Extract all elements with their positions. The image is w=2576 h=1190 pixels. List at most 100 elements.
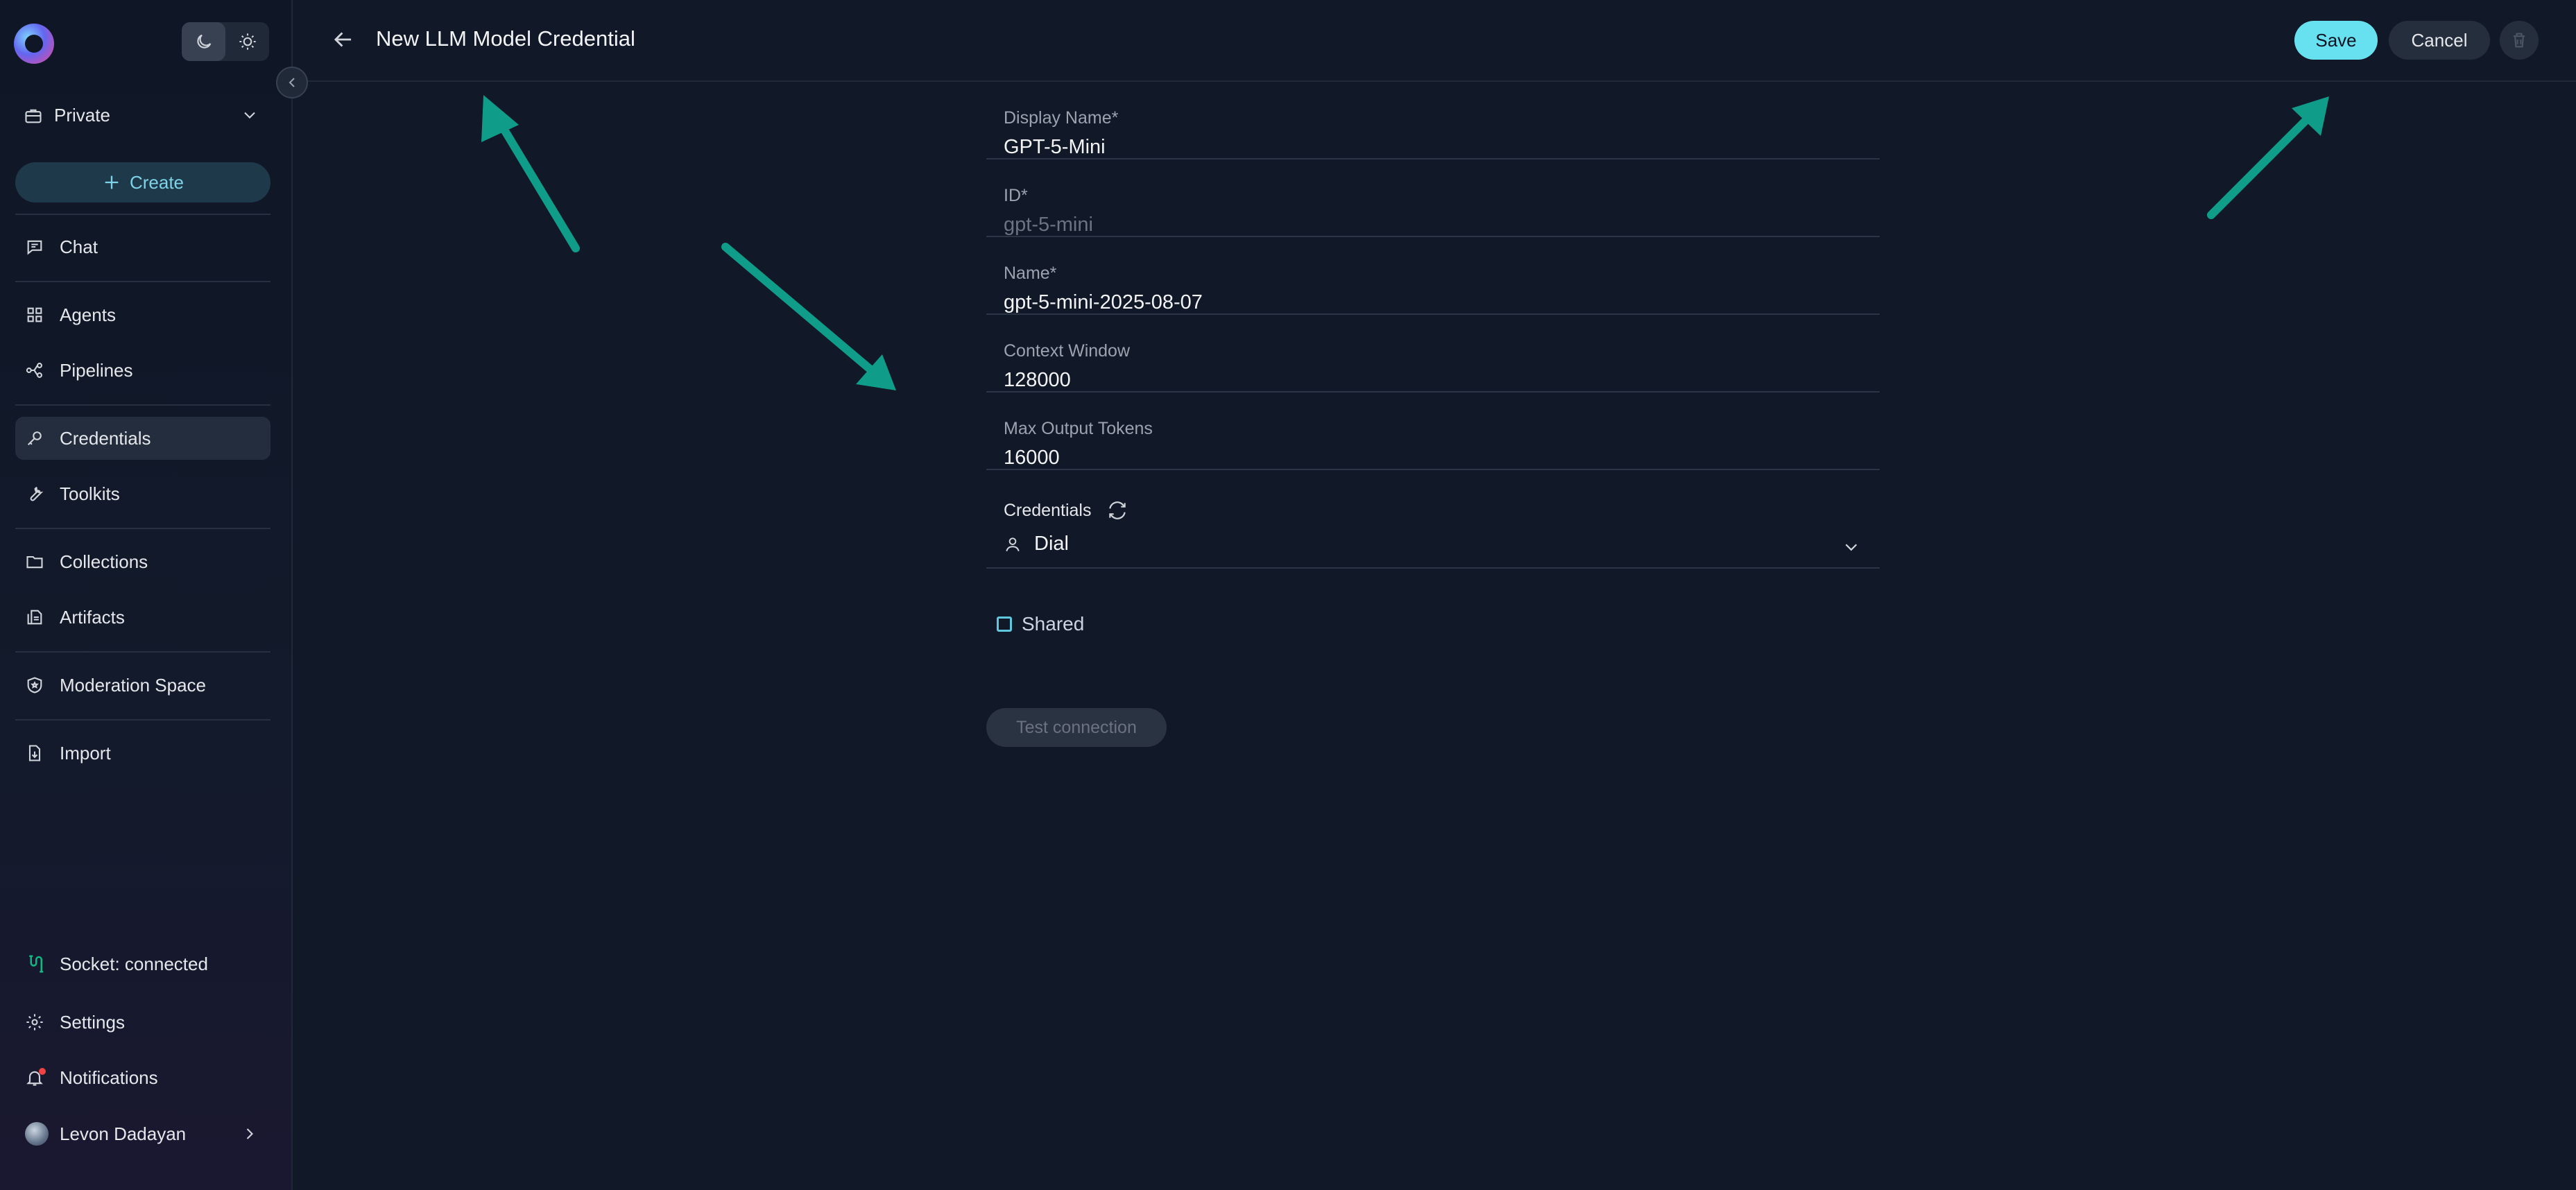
user-icon [1006, 537, 1020, 551]
sidebar-item-label: Notifications [60, 1067, 158, 1088]
folder-icon [26, 555, 43, 569]
briefcase-icon [25, 109, 42, 123]
credential-form: Display Name* GPT-5-Mini ID* gpt-5-mini … [986, 82, 1880, 569]
grid-icon [27, 307, 42, 322]
sidebar-item-collections[interactable]: Collections [15, 540, 271, 583]
theme-toggle [182, 22, 269, 61]
project-name: Private [54, 104, 110, 126]
sidebar: Private Create Chat Agents Pipelines Cre… [0, 0, 293, 1190]
credentials-label-text: Credentials [1004, 500, 1092, 520]
chevron-down-icon [1845, 544, 1857, 551]
divider [15, 404, 271, 406]
light-mode-button[interactable] [225, 22, 269, 61]
display-name-field[interactable]: Display Name* GPT-5-Mini [986, 82, 1880, 159]
sidebar-item-label: Credentials [60, 427, 151, 449]
sidebar-item-label: Import [60, 742, 111, 764]
sidebar-item-label: Collections [60, 551, 148, 572]
app-root: Private Create Chat Agents Pipelines Cre… [0, 0, 2576, 1190]
chevron-right-icon [246, 1128, 253, 1139]
sidebar-item-label: Settings [60, 1011, 125, 1033]
sidebar-item-label: Artifacts [60, 606, 125, 628]
credentials-label: Credentials [1004, 499, 1128, 521]
delete-button[interactable] [2500, 21, 2539, 60]
name-label: Name* [1004, 264, 1057, 283]
annotation-arrow [721, 243, 896, 390]
chevron-down-icon [244, 112, 255, 119]
divider [15, 528, 271, 529]
sun-icon [239, 33, 256, 50]
sidebar-item-artifacts[interactable]: Artifacts [15, 596, 271, 639]
project-selector[interactable]: Private [15, 96, 271, 135]
wrench-icon [30, 486, 44, 501]
key-icon [27, 431, 42, 446]
socket-status-text: Socket: connected [60, 953, 208, 974]
credentials-value: Dial [1004, 533, 1069, 555]
sidebar-item-notifications[interactable]: Notifications [15, 1056, 271, 1099]
app-logo[interactable] [14, 24, 54, 64]
save-button[interactable]: Save [2294, 21, 2378, 60]
sidebar-item-toolkits[interactable]: Toolkits [15, 472, 271, 515]
sidebar-item-label: Agents [60, 304, 116, 325]
context-window-label: Context Window [1004, 341, 1131, 361]
collapse-sidebar-button[interactable] [276, 67, 308, 98]
divider [15, 719, 271, 721]
pipeline-icon [26, 363, 42, 378]
sidebar-item-credentials[interactable]: Credentials [15, 417, 271, 460]
cancel-button[interactable]: Cancel [2389, 21, 2490, 60]
divider [15, 651, 271, 653]
divider [15, 214, 271, 215]
user-name: Levon Dadayan [60, 1123, 187, 1144]
trash-icon [2513, 33, 2525, 48]
sidebar-item-pipelines[interactable]: Pipelines [15, 349, 271, 392]
sidebar-item-settings[interactable]: Settings [15, 1001, 271, 1044]
page-header: New LLM Model Credential Save Cancel [294, 0, 2576, 82]
chevron-left-icon [289, 78, 295, 87]
sidebar-item-chat[interactable]: Chat [15, 225, 271, 268]
create-label: Create [129, 171, 184, 193]
socket-connected-icon [29, 955, 44, 973]
display-name-input[interactable]: GPT-5-Mini [1004, 136, 1106, 159]
import-icon [28, 745, 41, 761]
test-connection-button[interactable]: Test connection [986, 708, 1167, 747]
sidebar-item-moderation-space[interactable]: Moderation Space [15, 664, 271, 707]
page-title: New LLM Model Credential [376, 26, 635, 51]
shared-checkbox[interactable] [997, 616, 1012, 632]
moon-icon [196, 34, 211, 49]
context-window-input[interactable]: 128000 [1004, 369, 1071, 392]
plus-icon [105, 175, 119, 189]
max-output-tokens-input[interactable]: 16000 [1004, 447, 1060, 469]
shared-checkbox-row[interactable]: Shared [997, 613, 1084, 635]
socket-status: Socket: connected [15, 942, 271, 985]
avatar [25, 1122, 49, 1146]
max-output-tokens-field[interactable]: Max Output Tokens 16000 [986, 393, 1880, 470]
context-window-field[interactable]: Context Window 128000 [986, 315, 1880, 393]
dark-mode-button[interactable] [182, 22, 225, 61]
name-input[interactable]: gpt-5-mini-2025-08-07 [1004, 291, 1203, 314]
sidebar-item-label: Chat [60, 236, 98, 257]
refresh-icon[interactable] [1106, 499, 1128, 521]
back-button[interactable] [330, 26, 357, 56]
chat-icon [27, 240, 42, 255]
credentials-selected: Dial [1034, 533, 1069, 555]
sidebar-item-label: Moderation Space [60, 674, 207, 696]
files-icon [27, 610, 42, 625]
sidebar-item-label: Toolkits [60, 483, 120, 504]
annotation-arrow [481, 95, 580, 252]
sidebar-item-import[interactable]: Import [15, 732, 271, 775]
shared-label: Shared [1022, 613, 1085, 635]
gear-icon [26, 1014, 43, 1031]
annotation-arrow [2207, 96, 2329, 219]
id-field[interactable]: ID* gpt-5-mini [986, 159, 1880, 237]
name-field[interactable]: Name* gpt-5-mini-2025-08-07 [986, 237, 1880, 315]
create-button[interactable]: Create [15, 162, 271, 202]
shield-icon [27, 677, 42, 693]
divider [15, 281, 271, 282]
user-profile[interactable]: Levon Dadayan [15, 1112, 271, 1155]
notification-dot [39, 1068, 46, 1075]
id-input[interactable]: gpt-5-mini [1004, 214, 1093, 236]
sidebar-item-label: Pipelines [60, 359, 133, 381]
id-label: ID* [1004, 186, 1028, 205]
credentials-select[interactable]: Credentials Dial [986, 470, 1880, 569]
sidebar-item-agents[interactable]: Agents [15, 293, 271, 336]
display-name-label: Display Name* [1004, 108, 1119, 128]
